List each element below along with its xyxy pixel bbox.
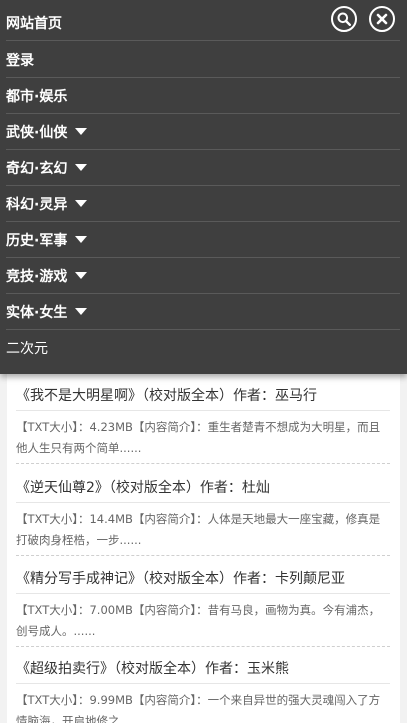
- menu-item-female[interactable]: 实体·女生: [6, 294, 400, 330]
- caret-down-icon[interactable]: [75, 200, 88, 207]
- list-item: 《超级拍卖行》（校对版全本）作者：玉米熊 【TXT大小】：9.99MB【内容简介…: [16, 655, 390, 723]
- book-description: 【TXT大小】：4.23MB【内容简介】：重生者楚青不想成为大明星，而且他人生只…: [16, 411, 390, 464]
- search-icon: [337, 12, 351, 26]
- menu-item-acg[interactable]: 二次元: [6, 330, 400, 366]
- book-title-link[interactable]: 《精分写手成神记》（校对版全本）作者：卡列颠尼亚: [16, 565, 390, 594]
- caret-down-icon[interactable]: [75, 272, 88, 279]
- list-item: 《我不是大明星啊》（校对版全本）作者：巫马行 【TXT大小】：4.23MB【内容…: [16, 382, 390, 464]
- book-title-link[interactable]: 《逆天仙尊2》（校对版全本）作者：杜灿: [16, 474, 390, 503]
- book-description: 【TXT大小】：14.4MB【内容简介】：人体是天地最大一座宝藏，修真是打破肉身…: [16, 503, 390, 556]
- nav-menu: 网站首页 登录 都市·娱乐 武侠·仙侠 奇幻·玄幻 科幻·灵异 历史·军事 竞技…: [0, 0, 407, 374]
- book-title-link[interactable]: 《超级拍卖行》（校对版全本）作者：玉米熊: [16, 655, 390, 684]
- menu-item-fantasy[interactable]: 奇幻·玄幻: [6, 150, 400, 186]
- book-list: 《我不是大明星啊》（校对版全本）作者：巫马行 【TXT大小】：4.23MB【内容…: [7, 374, 400, 723]
- caret-down-icon[interactable]: [75, 236, 88, 243]
- menu-item-label: 科幻·灵异: [6, 196, 68, 213]
- list-item: 《精分写手成神记》（校对版全本）作者：卡列颠尼亚 【TXT大小】：7.00MB【…: [16, 565, 390, 647]
- caret-down-icon[interactable]: [75, 128, 88, 135]
- caret-down-icon[interactable]: [75, 308, 88, 315]
- menu-item-label: 历史·军事: [6, 232, 68, 249]
- menu-item-label: 网站首页: [6, 15, 62, 32]
- menu-item-label: 奇幻·玄幻: [6, 160, 68, 177]
- menu-item-games[interactable]: 竞技·游戏: [6, 258, 400, 294]
- list-item: 《逆天仙尊2》（校对版全本）作者：杜灿 【TXT大小】：14.4MB【内容简介】…: [16, 474, 390, 556]
- menu-item-label: 武侠·仙侠: [6, 124, 68, 141]
- menu-item-label: 二次元: [6, 341, 48, 357]
- menu-item-label: 实体·女生: [6, 304, 68, 321]
- menu-item-scifi[interactable]: 科幻·灵异: [6, 186, 400, 222]
- menu-item-label: 登录: [6, 52, 34, 69]
- menu-item-history[interactable]: 历史·军事: [6, 222, 400, 258]
- book-title-link[interactable]: 《我不是大明星啊》（校对版全本）作者：巫马行: [16, 382, 390, 411]
- menu-item-label: 竞技·游戏: [6, 268, 68, 285]
- menu-item-login[interactable]: 登录: [6, 42, 400, 78]
- caret-down-icon[interactable]: [75, 164, 88, 171]
- search-button[interactable]: [331, 6, 357, 32]
- menu-item-label: 都市·娱乐: [6, 88, 68, 105]
- book-description: 【TXT大小】：9.99MB【内容简介】：一个来自异世的强大灵魂闯入了方情脑海，…: [16, 684, 390, 723]
- close-button[interactable]: [369, 6, 395, 32]
- menu-item-wuxia[interactable]: 武侠·仙侠: [6, 114, 400, 150]
- book-description: 【TXT大小】：7.00MB【内容简介】：昔有马良，画物为真。今有浦杰，创号成人…: [16, 594, 390, 647]
- close-icon: [376, 13, 388, 25]
- menu-item-urban[interactable]: 都市·娱乐: [6, 78, 400, 114]
